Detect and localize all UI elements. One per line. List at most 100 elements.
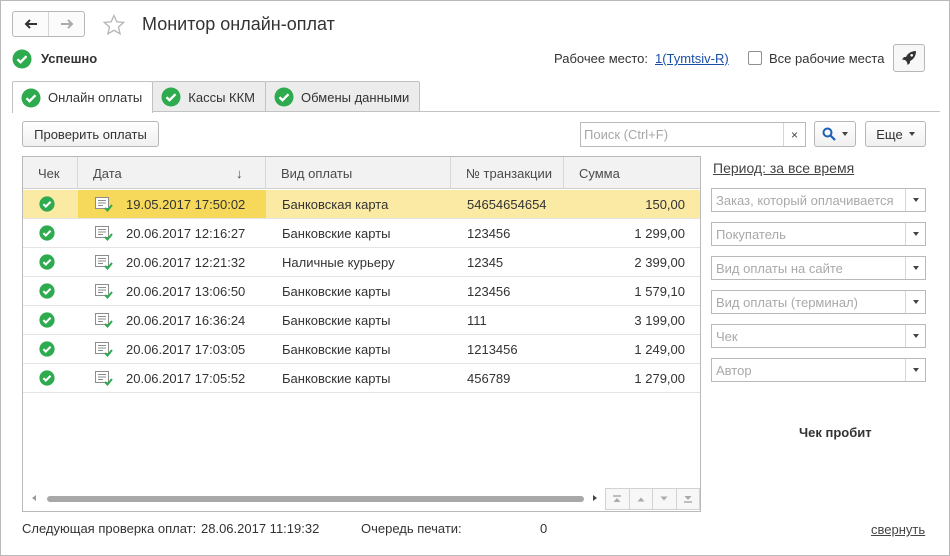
table-row[interactable]: 20.06.2017 12:16:27 Банковские карты 12345… [23, 219, 700, 248]
go-top-icon [613, 495, 622, 502]
search-input[interactable] [581, 123, 783, 146]
document-icon [95, 342, 113, 357]
transaction-cell: 123456 [467, 225, 511, 241]
clear-search-button[interactable]: × [783, 123, 805, 146]
search-icon [822, 127, 836, 141]
check-circle-icon [161, 87, 181, 107]
document-icon-wrap [95, 197, 113, 215]
document-icon [95, 313, 113, 328]
window: Монитор онлайн-оплат Успешно Рабочее мес… [0, 0, 950, 556]
date-cell: 20.06.2017 13:06:50 [78, 277, 266, 305]
document-icon-wrap [95, 255, 113, 273]
filter-placeholder: Вид оплаты на сайте [716, 260, 843, 276]
check-circle-icon [39, 196, 55, 212]
filter-dropdown-button[interactable] [905, 189, 925, 211]
filter-dropdown-button[interactable] [905, 325, 925, 347]
payment-type-cell: Банковские карты [282, 225, 391, 241]
tab-online-payments[interactable]: Онлайн оплаты [12, 81, 154, 113]
launch-button[interactable] [893, 44, 925, 72]
horizontal-scrollbar[interactable] [23, 487, 700, 511]
go-first-button[interactable] [606, 489, 630, 509]
filter-dropdown-button[interactable] [905, 291, 925, 313]
search-button[interactable] [814, 121, 856, 147]
check-circle-icon [274, 87, 294, 107]
scroll-right-icon[interactable] [593, 495, 597, 501]
collapse-link[interactable]: свернуть [871, 522, 925, 537]
go-down-button[interactable] [653, 489, 677, 509]
filter-field[interactable]: Вид оплаты на сайте [711, 256, 926, 280]
tab-bar: Онлайн оплаты Кассы ККМ Обмены данными [12, 81, 421, 113]
payment-type-cell: Банковская карта [282, 196, 389, 212]
date-text: 19.05.2017 17:50:02 [126, 196, 246, 212]
filter-field[interactable]: Покупатель [711, 222, 926, 246]
filter-field[interactable]: Вид оплаты (терминал) [711, 290, 926, 314]
receipt-status-cell [39, 335, 69, 363]
document-icon-wrap [95, 342, 113, 360]
filter-placeholder: Вид оплаты (терминал) [716, 294, 858, 310]
period-link[interactable]: Период: за все время [713, 160, 854, 176]
filter-field[interactable]: Чек [711, 324, 926, 348]
all-workplaces-label[interactable]: Все рабочие места [769, 51, 884, 66]
date-cell: 20.06.2017 17:05:52 [78, 364, 266, 392]
date-cell: 20.06.2017 12:21:32 [78, 248, 266, 276]
document-icon-wrap [95, 226, 113, 244]
check-payments-button[interactable]: Проверить оплаты [22, 121, 159, 147]
column-header-payment-type[interactable]: Вид оплаты [266, 157, 451, 189]
back-button[interactable] [13, 12, 48, 36]
amount-cell: 3 199,00 [634, 312, 685, 328]
next-check-label: Следующая проверка оплат: [22, 521, 197, 536]
payment-type-cell: Банковские карты [282, 341, 391, 357]
date-text: 20.06.2017 16:36:24 [126, 312, 246, 328]
chevron-down-icon [912, 300, 919, 304]
filter-dropdown-button[interactable] [905, 223, 925, 245]
scroll-left-icon[interactable] [32, 495, 36, 501]
filter-placeholder: Покупатель [716, 226, 786, 242]
table-row[interactable]: 20.06.2017 16:36:24 Банковские карты 111 3 … [23, 306, 700, 335]
star-icon[interactable] [102, 13, 126, 37]
filter-dropdown-button[interactable] [905, 257, 925, 279]
search-box: × [580, 122, 806, 147]
filter-dropdown-button[interactable] [905, 359, 925, 381]
check-circle-icon [39, 341, 55, 357]
history-nav [12, 11, 85, 37]
receipt-status-cell [39, 364, 69, 392]
table-row[interactable]: 20.06.2017 13:06:50 Банковские карты 12345… [23, 277, 700, 306]
all-workplaces-checkbox[interactable] [748, 51, 762, 65]
table-row[interactable]: 19.05.2017 17:50:02 Банковская карта 54654… [23, 190, 700, 219]
filter-field[interactable]: Заказ, который оплачивается [711, 188, 926, 212]
table-row[interactable]: 20.06.2017 17:03:05 Банковские карты 12134… [23, 335, 700, 364]
chevron-down-icon [842, 132, 848, 136]
page-title: Монитор онлайн-оплат [142, 14, 335, 34]
workplace-link[interactable]: 1(Tymtsiv-R) [655, 51, 729, 66]
check-circle-icon [39, 225, 55, 241]
column-header-label: Дата [93, 165, 122, 181]
tab-label: Кассы ККМ [188, 89, 255, 105]
go-bottom-icon [683, 496, 692, 503]
transaction-cell: 54654654654 [467, 196, 547, 212]
tab-data-exchange[interactable]: Обмены данными [265, 81, 421, 112]
transaction-cell: 1213456 [467, 341, 518, 357]
table-row[interactable]: 20.06.2017 12:21:32 Наличные курьеру 12345… [23, 248, 700, 277]
tab-cash-registers[interactable]: Кассы ККМ [152, 81, 266, 112]
transaction-cell: 111 [467, 312, 487, 328]
check-circle-icon [39, 312, 55, 328]
more-button[interactable]: Еще [865, 121, 926, 147]
column-header-receipt[interactable]: Чек [23, 157, 78, 189]
amount-cell: 1 279,00 [634, 370, 685, 386]
filter-field[interactable]: Автор [711, 358, 926, 382]
column-header-amount[interactable]: Сумма [564, 157, 700, 189]
scroll-thumb[interactable] [47, 496, 584, 502]
document-icon-wrap [95, 313, 113, 331]
receipt-status-cell [39, 190, 69, 218]
column-header-transaction[interactable]: № транзакции [451, 157, 564, 189]
receipt-status-cell [39, 277, 69, 305]
forward-button[interactable] [48, 12, 84, 36]
go-last-button[interactable] [676, 489, 699, 509]
column-header-date[interactable]: Дата ↓ [78, 157, 266, 189]
filter-placeholder: Автор [716, 362, 752, 378]
table-row[interactable]: 20.06.2017 17:05:52 Банковские карты 45678… [23, 364, 700, 393]
chevron-down-icon [912, 232, 919, 236]
payments-table: Чек Дата ↓ Вид оплаты № транзакции Сумма… [22, 156, 701, 512]
go-up-button[interactable] [629, 489, 653, 509]
filter-placeholder: Заказ, который оплачивается [716, 192, 894, 208]
